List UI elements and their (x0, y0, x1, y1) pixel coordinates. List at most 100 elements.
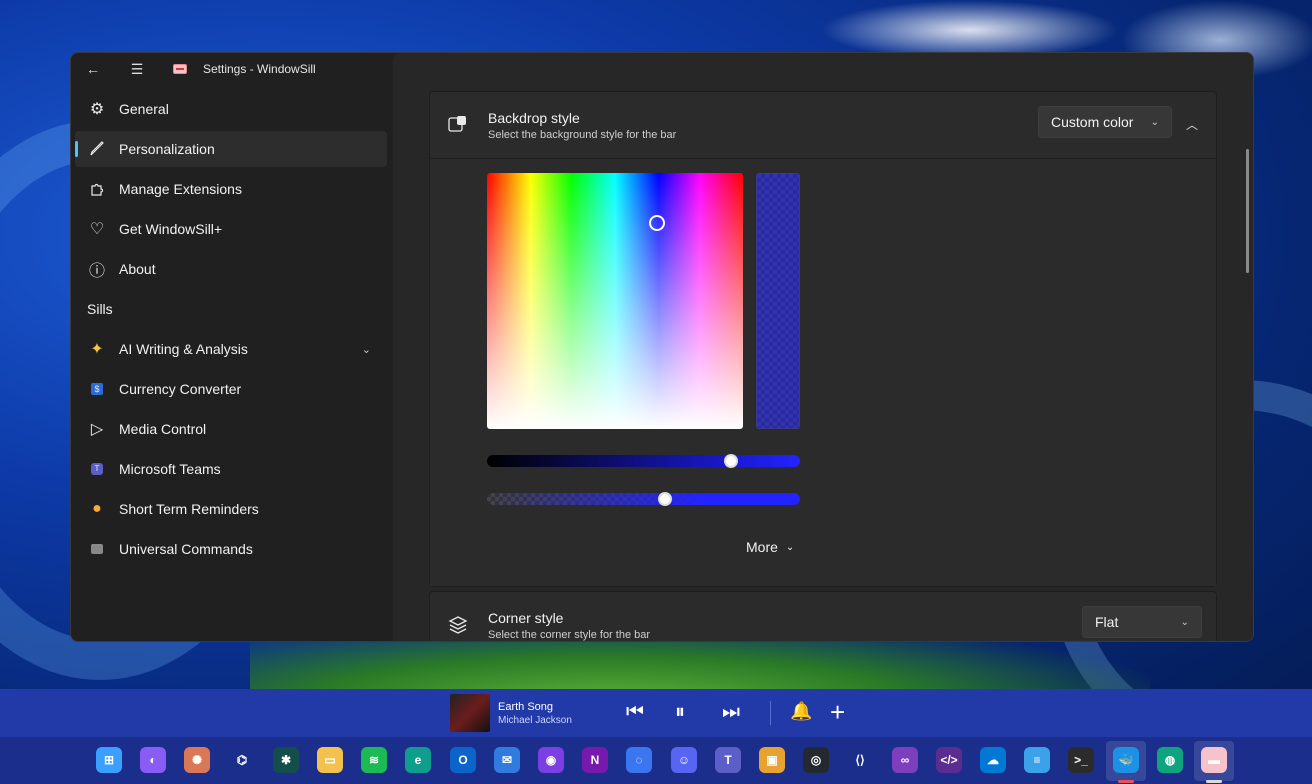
settings-content: Backdrop style Select the background sty… (393, 53, 1253, 641)
outlook-icon[interactable]: O (450, 747, 476, 773)
windowsill-icon[interactable]: ▬ (1201, 747, 1227, 773)
chevron-down-icon: ⌄ (1150, 116, 1159, 128)
value-slider[interactable] (487, 454, 800, 468)
sidebar-item-general[interactable]: ⚙ General (75, 91, 387, 127)
settings-window: ← ☰ Settings - WindowSill — ☐ ✕ ⚙ Genera… (70, 52, 1254, 642)
signal-icon[interactable]: ◌ (626, 747, 652, 773)
sparkle-icon: ✦ (90, 341, 104, 358)
pause-icon[interactable]: ⏸ (675, 701, 685, 724)
sidebar-item-personalization[interactable]: Personalization (75, 131, 387, 167)
arc-icon[interactable]: ◉ (538, 747, 564, 773)
docker-icon[interactable]: 🐳 (1113, 747, 1139, 773)
teams-icon: T (87, 459, 107, 479)
add-icon[interactable]: + (830, 697, 845, 728)
windows-start-icon[interactable]: ⊞ (96, 747, 122, 773)
reminder-bell-icon[interactable]: 🔔 (790, 701, 812, 722)
back-button[interactable]: ← (71, 53, 115, 85)
azure-storage-icon[interactable]: ☁ (980, 747, 1006, 773)
chevron-up-icon[interactable]: ︿ (1186, 116, 1198, 133)
layers-icon (448, 615, 468, 635)
copilot-icon[interactable]: ◐ (140, 747, 166, 773)
claude-icon[interactable]: ✺ (184, 747, 210, 773)
window-title: Settings - WindowSill (203, 62, 316, 76)
notepad-icon[interactable]: ≡ (1024, 747, 1050, 773)
chevron-down-icon: ⌄ (1180, 616, 1189, 628)
sidebar-item-label: Personalization (119, 141, 215, 157)
previous-track-icon[interactable]: ⏮ (626, 701, 644, 724)
sidebar-item-label: General (119, 101, 169, 117)
color-preview (756, 173, 800, 429)
color-spectrum[interactable] (487, 173, 743, 429)
color-picker: More ⌄ (430, 158, 1216, 586)
sidebar-item-label: Microsoft Teams (119, 461, 221, 477)
github-icon[interactable]: ◎ (803, 747, 829, 773)
taskbar: ⊞ ◐ ✺ ⌬ ✱ ▭ ≋ e O ✉ ◉ N ◌ ☺ T ▣ ◎ ⟨⟩ ∞ </> ☁ ≡ >_ 🐳 ◍ ▬ (0, 737, 1312, 784)
hamburger-icon: ☰ (130, 60, 144, 77)
backdrop-style-description: Select the background style for the bar (488, 128, 677, 141)
command-icon (87, 539, 107, 559)
sidebar-item-manage-extensions[interactable]: Manage Extensions (75, 171, 387, 207)
sidebar-item-currency-converter[interactable]: $ Currency Converter (75, 371, 387, 407)
next-track-icon[interactable]: ⏭ (722, 701, 740, 724)
sidebar-item-label: About (119, 261, 156, 277)
sidebar-item-label: AI Writing & Analysis (119, 341, 248, 357)
chatgpt-icon[interactable]: ⌬ (229, 747, 255, 773)
divider (770, 701, 771, 725)
value-slider-thumb[interactable] (724, 454, 739, 468)
sidebar-item-ai-writing[interactable]: ✦ AI Writing & Analysis ⌄ (75, 331, 387, 367)
corner-style-dropdown[interactable]: Flat ⌄ (1082, 606, 1202, 638)
vscode-icon[interactable]: ⟨⟩ (847, 747, 873, 773)
teams-icon[interactable]: T (715, 747, 741, 773)
visual-studio-icon[interactable]: ∞ (892, 747, 918, 773)
spotify-icon[interactable]: ≋ (361, 747, 387, 773)
dropdown-value: Flat (1095, 614, 1119, 630)
terminal-icon[interactable]: >_ (1068, 747, 1094, 773)
perplexity-icon[interactable]: ✱ (273, 747, 299, 773)
onenote-icon[interactable]: N (582, 747, 608, 773)
edge-icon[interactable]: e (405, 747, 431, 773)
windowsill-bar: Earth Song Michael Jackson ⏮ ⏸ ⏭ 🔔 + (0, 689, 1312, 737)
content-scrollbar[interactable] (1246, 149, 1249, 273)
backdrop-style-title: Backdrop style (488, 109, 580, 126)
sidebar-item-media-control[interactable]: ▷ Media Control (75, 411, 387, 447)
chevron-down-icon[interactable]: ⌄ (362, 343, 371, 356)
sidebar-item-label: Universal Commands (119, 541, 253, 557)
sills-section-header: Sills (87, 301, 113, 317)
app-icon (173, 64, 187, 74)
backdrop-icon (448, 115, 468, 135)
menu-button[interactable]: ☰ (115, 53, 159, 85)
chatgpt-alt-icon[interactable]: ◍ (1157, 747, 1183, 773)
sidebar-item-get-windowsill-plus[interactable]: ♡ Get WindowSill+ (75, 211, 387, 247)
file-explorer-icon[interactable]: ▭ (317, 747, 343, 773)
spectrum-selector[interactable] (649, 215, 665, 231)
brush-icon (87, 139, 107, 159)
back-arrow-icon: ← (86, 61, 100, 77)
corner-style-header: Corner style Select the corner style for… (430, 592, 1216, 641)
alpha-slider-thumb[interactable] (658, 492, 673, 506)
discord-icon[interactable]: ☺ (671, 747, 697, 773)
album-art (450, 694, 490, 732)
corner-style-card: Corner style Select the corner style for… (429, 591, 1217, 641)
mail-icon[interactable]: ✉ (494, 747, 520, 773)
backdrop-style-dropdown[interactable]: Custom color ⌄ (1038, 106, 1172, 138)
box-icon[interactable]: ▣ (759, 747, 785, 773)
sidebar-item-about[interactable]: ⓘ About (75, 251, 387, 287)
sidebar-item-label: Get WindowSill+ (119, 221, 223, 237)
alpha-slider[interactable] (487, 492, 800, 506)
sidebar-item-label: Short Term Reminders (119, 501, 259, 517)
devtoys-icon[interactable]: </> (936, 747, 962, 773)
sidebar-item-microsoft-teams[interactable]: T Microsoft Teams (75, 451, 387, 487)
song-title: Earth Song (498, 701, 554, 713)
bell-icon: ● (92, 500, 102, 517)
chevron-down-icon: ⌄ (785, 541, 795, 553)
sidebar-item-label: Currency Converter (119, 381, 242, 397)
play-icon: ▷ (90, 421, 104, 438)
song-artist: Michael Jackson (498, 715, 572, 726)
more-label: More (746, 539, 778, 555)
sidebar-item-universal-commands[interactable]: Universal Commands (75, 531, 387, 567)
backdrop-style-header[interactable]: Backdrop style Select the background sty… (430, 92, 1216, 158)
gear-icon: ⚙ (89, 101, 105, 118)
sidebar-item-label: Media Control (119, 421, 207, 437)
sidebar-item-short-term-reminders[interactable]: ● Short Term Reminders (75, 491, 387, 527)
more-button[interactable]: More ⌄ (746, 539, 794, 555)
